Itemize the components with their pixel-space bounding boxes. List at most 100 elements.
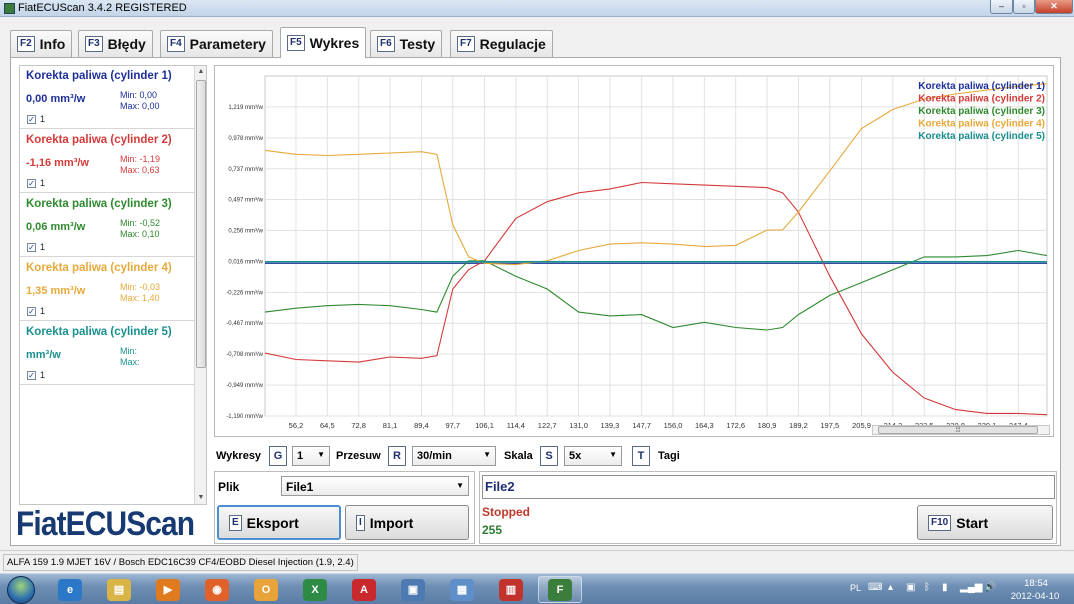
pid-list-scrollbar[interactable]: ▲ ▼: [194, 66, 206, 504]
y-tick-label: -1,190 mm³/w: [226, 414, 263, 420]
pid-item-cylinder-3[interactable]: Korekta paliwa (cylinder 3) 0,06 mm³/w M…: [20, 194, 194, 257]
wykresy-select[interactable]: 1 ▼: [292, 446, 330, 466]
tray-device-icon[interactable]: ▣: [906, 582, 915, 593]
pid-checkbox[interactable]: ✓: [27, 243, 36, 252]
x-tick-label: 56,2: [289, 421, 304, 430]
y-tick-label: -0,949 mm³/w: [226, 383, 263, 389]
przesuw-select[interactable]: 30/min ▼: [412, 446, 496, 466]
pid-checkbox[interactable]: ✓: [27, 371, 36, 380]
file-select[interactable]: File1 ▼: [281, 476, 469, 496]
clock-time[interactable]: 18:54: [1012, 578, 1060, 589]
tab-testy[interactable]: F6 Testy: [370, 30, 443, 57]
tab-key: F7: [457, 36, 475, 52]
pid-value: 0,06 mm³/w: [26, 221, 86, 233]
language-indicator[interactable]: PL: [850, 583, 861, 593]
keyboard-icon[interactable]: ⌨: [868, 582, 882, 593]
start-button-icon[interactable]: [7, 576, 35, 604]
start-button[interactable]: F10 Start: [917, 505, 1053, 540]
taskbar-item[interactable]: ▣: [391, 576, 435, 603]
chart-area: 56,2 64,5 72,8 81,1 89,4 97,7 106,1 114,4 122,7 1…: [214, 65, 1054, 437]
x-tick-label: 189,2: [789, 421, 808, 430]
pid-name: Korekta paliwa (cylinder 3): [26, 198, 172, 210]
tab-info[interactable]: F2 Info: [10, 30, 73, 57]
clock-date[interactable]: 2012-04-10: [1006, 591, 1064, 602]
import-button[interactable]: I Import: [345, 505, 469, 540]
pid-min: Min: -1,19: [120, 154, 161, 164]
hscroll-thumb[interactable]: ⦙⦙⦙: [878, 426, 1038, 434]
wykresy-key: G: [269, 446, 287, 466]
y-tick-label: 0,978 mm³/w: [228, 136, 263, 142]
start-label: Start: [956, 514, 989, 531]
y-tick-label: 0,497 mm³/w: [228, 198, 263, 204]
eksport-button[interactable]: E Eksport: [217, 505, 341, 540]
status-bar: ALFA 159 1.9 MJET 16V / Bosch EDC16C39 C…: [0, 550, 1074, 572]
taskbar-item[interactable]: A: [342, 576, 386, 603]
y-tick-label: -0,708 mm³/w: [226, 352, 263, 358]
scroll-down-icon[interactable]: ▼: [195, 492, 206, 504]
tab-label: Wykres: [309, 35, 360, 51]
signal-icon[interactable]: ▂▄▆: [960, 582, 982, 593]
maximize-button[interactable]: ▫: [1013, 0, 1035, 14]
import-label: Import: [369, 514, 414, 531]
taskbar-item[interactable]: ▶: [146, 576, 190, 603]
tab-parametery[interactable]: F4 Parametery: [160, 30, 273, 57]
taskbar-item[interactable]: X: [293, 576, 337, 603]
minimize-button[interactable]: –: [990, 0, 1013, 14]
tab-label: Błędy: [107, 36, 146, 52]
x-tick-label: 89,4: [414, 421, 429, 430]
taskbar: e ▤ ▶ ◉ O X A ▣ ▦ ▥ F PL ⌨ ▴ ▣ ᛒ ▮ ▂▄▆ 🔊 18:54 201…: [0, 573, 1074, 604]
pid-value: mm³/w: [26, 349, 61, 361]
y-tick-label: 0,737 mm³/w: [228, 167, 263, 173]
volume-icon[interactable]: 🔊: [984, 582, 996, 593]
pid-name: Korekta paliwa (cylinder 1): [26, 70, 172, 82]
chevron-down-icon: ▼: [483, 450, 491, 459]
pid-name: Korekta paliwa (cylinder 2): [26, 134, 172, 146]
taskbar-item[interactable]: F: [538, 576, 582, 603]
taskbar-item[interactable]: ▥: [489, 576, 533, 603]
pid-checkbox[interactable]: ✓: [27, 307, 36, 316]
taskbar-item[interactable]: ▤: [97, 576, 141, 603]
import-key: I: [356, 514, 365, 531]
battery-icon[interactable]: ▮: [942, 582, 948, 593]
pid-count: 1: [40, 306, 46, 316]
tab-regulacje[interactable]: F7 Regulacje: [450, 30, 553, 57]
pid-item-cylinder-4[interactable]: Korekta paliwa (cylinder 4) 1,35 mm³/w M…: [20, 258, 194, 321]
tab-wykres[interactable]: F5 Wykres: [280, 27, 367, 58]
scroll-up-icon[interactable]: ▲: [195, 66, 206, 78]
taskbar-item[interactable]: e: [48, 576, 92, 603]
scroll-thumb[interactable]: [196, 80, 206, 368]
close-button[interactable]: ✕: [1035, 0, 1073, 14]
tagi-key[interactable]: T: [632, 446, 650, 466]
x-tick-label: 164,3: [695, 421, 714, 430]
x-tick-label: 106,1: [475, 421, 494, 430]
skala-value: 5x: [569, 450, 582, 462]
pid-checkbox[interactable]: ✓: [27, 179, 36, 188]
przesuw-key: R: [388, 446, 406, 466]
tab-bledy[interactable]: F3 Błędy: [78, 30, 153, 57]
chart-hscrollbar[interactable]: ⦙⦙⦙: [872, 425, 1050, 435]
pid-min: Min: 0,00: [120, 90, 158, 100]
skala-select[interactable]: 5x ▼: [564, 446, 622, 466]
bluetooth-icon[interactable]: ᛒ: [924, 582, 930, 593]
pid-min: Min:: [120, 346, 138, 356]
pid-count: 1: [40, 114, 46, 124]
tray-arrow-icon[interactable]: ▴: [888, 582, 893, 593]
tagi-label: Tagi: [658, 450, 680, 462]
pid-item-cylinder-2[interactable]: Korekta paliwa (cylinder 2) -1,16 mm³/w …: [20, 130, 194, 193]
pid-item-cylinder-5[interactable]: Korekta paliwa (cylinder 5) mm³/w Min: M…: [20, 322, 194, 385]
pid-item-cylinder-1[interactable]: Korekta paliwa (cylinder 1) 0,00 mm³/w M…: [20, 66, 194, 129]
legend-entry: Korekta paliwa (cylinder 1): [918, 81, 1045, 92]
taskbar-item[interactable]: O: [244, 576, 288, 603]
taskbar-item[interactable]: ▦: [440, 576, 484, 603]
x-tick-label: 180,9: [758, 421, 777, 430]
pid-checkbox[interactable]: ✓: [27, 115, 36, 124]
chart-svg: 56,2 64,5 72,8 81,1 89,4 97,7 106,1 114,4 122,7 1…: [226, 75, 1048, 430]
window-title: FiatECUScan 3.4.2 REGISTERED: [18, 2, 187, 14]
taskbar-item[interactable]: ◉: [195, 576, 239, 603]
legend-entry: Korekta paliwa (cylinder 2): [918, 94, 1045, 105]
przesuw-value: 30/min: [417, 450, 452, 462]
tab-key: F3: [85, 36, 103, 52]
firefox-icon: ◉: [205, 578, 229, 601]
screen-icon: ▣: [401, 578, 425, 601]
pid-value: 1,35 mm³/w: [26, 285, 86, 297]
